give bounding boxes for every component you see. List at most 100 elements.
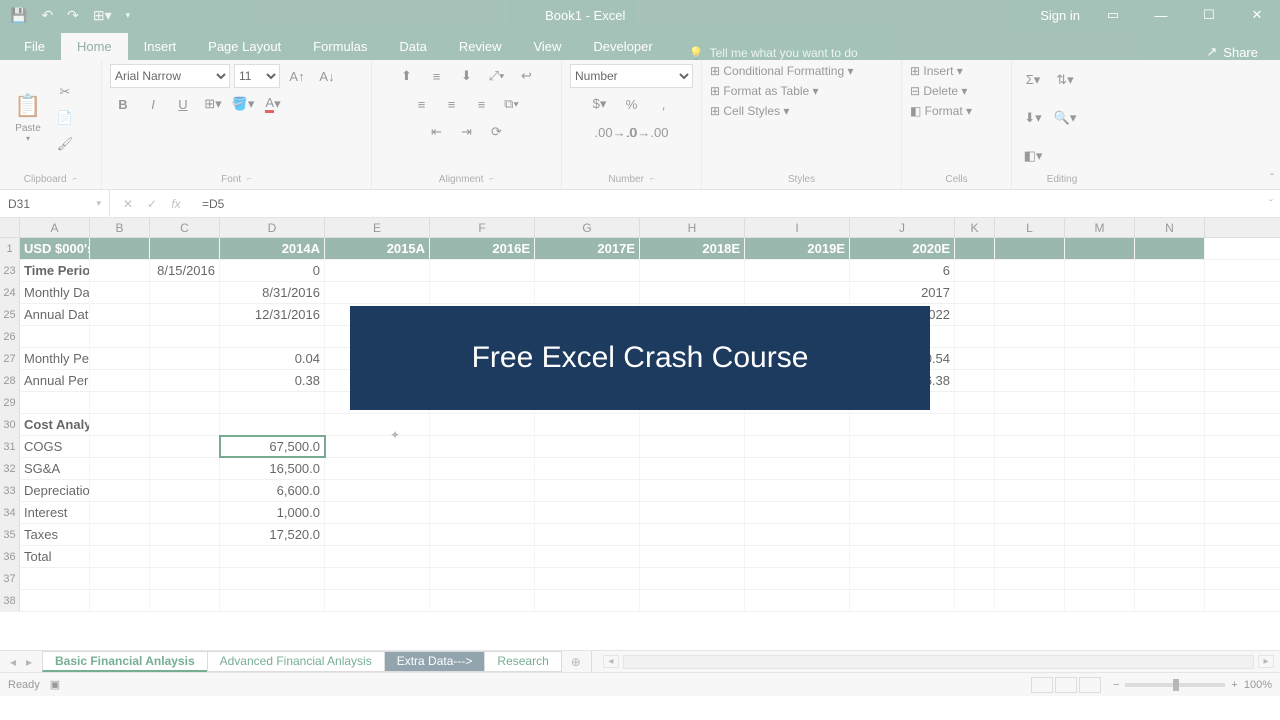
- number-format-select[interactable]: Number: [570, 64, 693, 88]
- cell[interactable]: [90, 326, 150, 347]
- cut-icon[interactable]: ✂: [52, 80, 78, 104]
- cell[interactable]: [995, 282, 1065, 303]
- cell[interactable]: [535, 260, 640, 281]
- zoom-in-icon[interactable]: +: [1231, 679, 1237, 691]
- font-name-select[interactable]: Arial Narrow: [110, 64, 230, 88]
- cell[interactable]: [1065, 260, 1135, 281]
- cell[interactable]: [430, 546, 535, 567]
- currency-icon[interactable]: $▾: [587, 92, 613, 116]
- cell[interactable]: 1,000.0: [220, 502, 325, 523]
- shrink-font-icon[interactable]: A↓: [314, 64, 340, 88]
- row-header[interactable]: 37: [0, 568, 20, 589]
- insert-cells-button[interactable]: ⊞ Insert ▾: [910, 64, 963, 78]
- cell[interactable]: [220, 546, 325, 567]
- cell[interactable]: [745, 590, 850, 611]
- cell[interactable]: 2017E: [535, 238, 640, 259]
- col-header[interactable]: H: [640, 218, 745, 237]
- tab-view[interactable]: View: [517, 33, 577, 60]
- cell[interactable]: [640, 480, 745, 501]
- cell[interactable]: Taxes: [20, 524, 90, 545]
- select-all[interactable]: [0, 218, 20, 237]
- cell[interactable]: [430, 524, 535, 545]
- cell[interactable]: [850, 458, 955, 479]
- cell[interactable]: [955, 546, 995, 567]
- cell[interactable]: [995, 392, 1065, 413]
- cell[interactable]: [1065, 436, 1135, 457]
- orientation-icon[interactable]: ⤢▾: [484, 64, 510, 88]
- cell[interactable]: [220, 392, 325, 413]
- cell[interactable]: [430, 480, 535, 501]
- cell[interactable]: [745, 260, 850, 281]
- col-header[interactable]: I: [745, 218, 850, 237]
- cell[interactable]: [325, 546, 430, 567]
- sort-filter-icon[interactable]: ⇅▾: [1052, 68, 1078, 92]
- col-header[interactable]: N: [1135, 218, 1205, 237]
- cell[interactable]: COGS: [20, 436, 90, 457]
- add-sheet-icon[interactable]: ⊕: [561, 655, 591, 669]
- col-header[interactable]: L: [995, 218, 1065, 237]
- delete-cells-button[interactable]: ⊟ Delete ▾: [910, 84, 967, 98]
- cell[interactable]: [325, 480, 430, 501]
- cell[interactable]: [1065, 524, 1135, 545]
- cell[interactable]: 0.04: [220, 348, 325, 369]
- cell[interactable]: [640, 260, 745, 281]
- cell[interactable]: Annual Period: [20, 370, 90, 391]
- cell[interactable]: [325, 414, 430, 435]
- cell[interactable]: [535, 524, 640, 545]
- cell[interactable]: [995, 436, 1065, 457]
- dec-decimal-icon[interactable]: .0→.00: [635, 120, 661, 144]
- cell[interactable]: [1135, 524, 1205, 545]
- zoom-level[interactable]: 100%: [1244, 679, 1272, 691]
- enter-formula-icon[interactable]: ✓: [142, 197, 162, 211]
- row-header[interactable]: 32: [0, 458, 20, 479]
- cell[interactable]: [150, 568, 220, 589]
- cell[interactable]: 6: [850, 260, 955, 281]
- cell[interactable]: [1135, 326, 1205, 347]
- cell[interactable]: [995, 458, 1065, 479]
- cell[interactable]: [1065, 304, 1135, 325]
- cell[interactable]: 6,600.0: [220, 480, 325, 501]
- cell[interactable]: [955, 568, 995, 589]
- cell[interactable]: [1065, 568, 1135, 589]
- cell[interactable]: 2017: [850, 282, 955, 303]
- zoom-slider[interactable]: [1125, 683, 1225, 687]
- cell[interactable]: [150, 326, 220, 347]
- cell[interactable]: [955, 282, 995, 303]
- view-break-icon[interactable]: [1079, 677, 1101, 693]
- cell[interactable]: [1065, 392, 1135, 413]
- cell[interactable]: [955, 590, 995, 611]
- cell[interactable]: [535, 590, 640, 611]
- cell[interactable]: [90, 260, 150, 281]
- dec-indent-icon[interactable]: ⇤: [424, 120, 450, 144]
- cell[interactable]: Cost Analysis: [20, 414, 90, 435]
- cell[interactable]: [90, 414, 150, 435]
- cell[interactable]: [90, 370, 150, 391]
- cell[interactable]: [535, 282, 640, 303]
- minimize-icon[interactable]: —: [1146, 8, 1176, 23]
- cell[interactable]: [430, 458, 535, 479]
- cell[interactable]: [850, 414, 955, 435]
- cell[interactable]: [220, 414, 325, 435]
- col-header[interactable]: J: [850, 218, 955, 237]
- cell[interactable]: [1135, 238, 1205, 259]
- sheet-tab[interactable]: Extra Data--->: [384, 651, 486, 672]
- cell[interactable]: [20, 392, 90, 413]
- cell[interactable]: [90, 436, 150, 457]
- formula-input[interactable]: =D5: [194, 197, 1262, 211]
- cell[interactable]: [1065, 282, 1135, 303]
- cell[interactable]: USD $000's: [20, 238, 90, 259]
- tab-page-layout[interactable]: Page Layout: [192, 33, 297, 60]
- zoom-out-icon[interactable]: −: [1113, 679, 1119, 691]
- cell[interactable]: [1135, 282, 1205, 303]
- copy-icon[interactable]: 📄: [52, 106, 78, 130]
- tab-file[interactable]: File: [8, 33, 61, 60]
- cell[interactable]: [150, 414, 220, 435]
- cell[interactable]: [325, 282, 430, 303]
- cell[interactable]: [955, 326, 995, 347]
- cell[interactable]: [535, 480, 640, 501]
- percent-icon[interactable]: %: [619, 92, 645, 116]
- cell[interactable]: 2014A: [220, 238, 325, 259]
- cell[interactable]: [995, 546, 1065, 567]
- expand-formula-icon[interactable]: ˇ: [1262, 197, 1280, 211]
- view-normal-icon[interactable]: [1031, 677, 1053, 693]
